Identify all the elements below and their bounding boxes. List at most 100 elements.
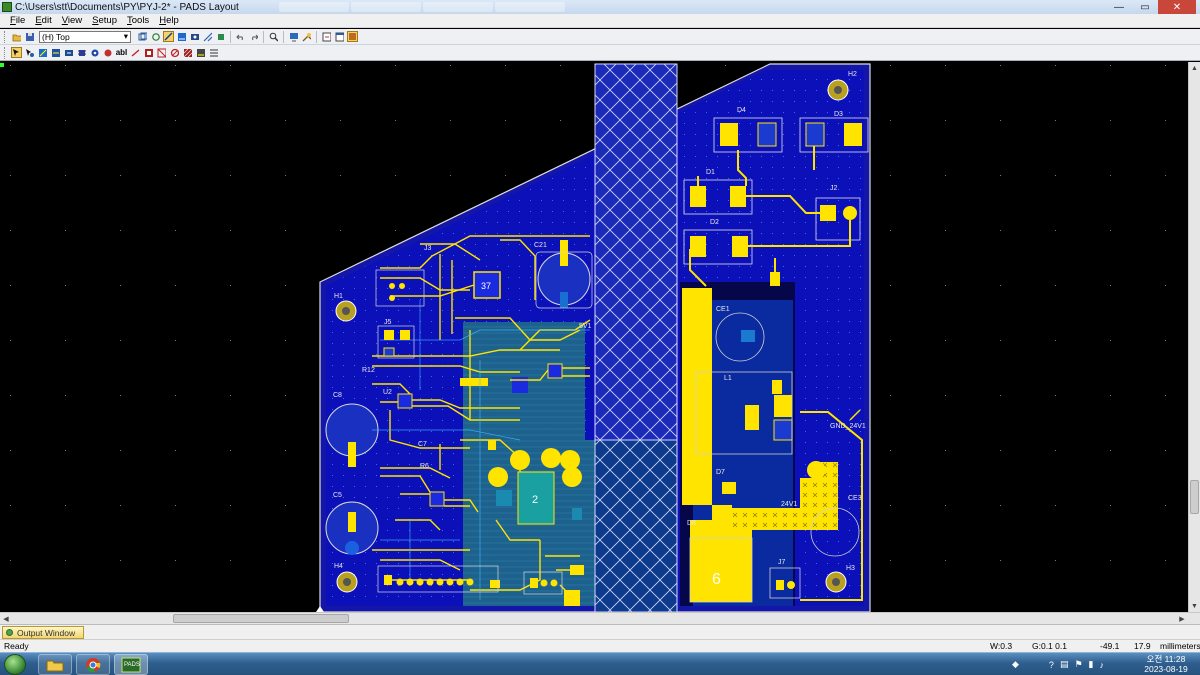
close-button[interactable]: ✕ [1158,0,1196,14]
background-tabs [278,2,565,12]
layer-dropdown[interactable]: (H) Top ▾ [39,30,131,43]
keepout-hatch-bottom [594,439,678,612]
via-icon[interactable] [89,47,100,58]
chrome-icon[interactable] [76,654,110,675]
ref-d4: D4 [737,107,746,114]
redraw-icon[interactable] [150,31,161,42]
ghost-tab [494,2,565,12]
tray-signal-icon[interactable]: ▮ [1089,659,1094,670]
tray-network-icon[interactable]: ▤ [1060,659,1069,670]
pcb-canvas[interactable]: H2 D4 D3 D1 J2 D2 J3 C21 H1 J5 5V1 R12 C… [0,62,1188,612]
dxp-icon[interactable] [208,47,219,58]
toolbar-separator [283,30,284,43]
ref-h4: H4 [334,563,343,570]
clock-date: 2023-08-19 [1144,664,1188,674]
route-icon[interactable] [50,47,61,58]
hatch-icon[interactable] [182,47,193,58]
tray-help-icon[interactable]: ? [1049,660,1054,670]
output-window-tab[interactable]: Output Window [2,626,84,639]
ghost-tab [350,2,421,12]
layer-dropdown-value: (H) Top [42,31,70,42]
scroll-down-icon[interactable]: ▼ [1189,600,1200,612]
2d-line-icon[interactable] [130,47,141,58]
copper-icon[interactable] [102,47,113,58]
status-width: W:0.3 [990,641,1013,651]
status-units: millimeters [1160,641,1200,651]
pads-taskbar-label: PADS [124,662,140,668]
toolbar-grip[interactable] [4,46,7,59]
dimension-icon[interactable] [63,47,74,58]
undo-icon[interactable] [235,31,246,42]
ref-d2: D2 [710,219,719,226]
tray-volume-icon[interactable]: ♪ [1099,660,1104,670]
save-icon[interactable] [24,31,35,42]
router-icon[interactable] [215,31,226,42]
start-button[interactable] [4,654,26,675]
properties-icon[interactable] [301,31,312,42]
menu-tools[interactable]: Tools [127,15,149,26]
minimize-button[interactable]: — [1106,0,1132,14]
window-controls: — ▭ ✕ [1106,0,1196,14]
taskbar-clock[interactable]: 오전 11:28 2023-08-19 [1138,654,1194,674]
ghost-tab [278,2,349,12]
add-trace-icon[interactable] [37,47,48,58]
vertical-scroll-thumb[interactable] [1190,480,1199,514]
horizontal-scroll-thumb[interactable] [173,614,349,623]
system-tray: ◆ ? ▤ ⚑ ▮ ♪ [1012,653,1104,675]
select-icon[interactable] [11,47,22,58]
menu-edit[interactable]: Edit [35,15,51,26]
ecos-icon[interactable] [189,31,200,42]
standard-toolbar: (H) Top ▾ [0,29,1200,45]
toolbar-grip[interactable] [4,30,7,43]
design-toolbar-icon[interactable] [163,31,174,42]
menu-file[interactable]: File [10,15,25,26]
maximize-button[interactable]: ▭ [1132,0,1158,14]
menu-setup[interactable]: Setup [92,15,117,26]
tray-flag-icon[interactable]: ⚑ [1074,659,1082,670]
layout-icon[interactable] [347,31,358,42]
cutout-icon[interactable] [156,47,167,58]
move-icon[interactable] [24,47,35,58]
component-icon[interactable] [76,47,87,58]
tray-shield-icon[interactable]: ◆ [1012,659,1019,670]
explorer-icon[interactable] [38,654,72,675]
flood-icon[interactable] [195,47,206,58]
open-icon[interactable] [11,31,22,42]
keepout-icon[interactable] [169,47,180,58]
save-view-icon[interactable] [321,31,332,42]
ref-c7: C7 [418,441,427,448]
pads-icon[interactable]: PADS [114,654,148,675]
ref-c5: C5 [333,492,342,499]
scroll-up-icon[interactable]: ▲ [1189,62,1200,74]
layer-pair-icon[interactable] [137,31,148,42]
ref-c21: C21 [534,242,547,249]
scroll-right-icon[interactable]: ▶ [1176,613,1188,624]
ref-u2: U2 [383,389,392,396]
bga-icon[interactable] [202,31,213,42]
redo-icon[interactable] [248,31,259,42]
horizontal-scrollbar[interactable]: ◀ ▶ [0,612,1200,624]
text-icon[interactable]: abl [115,47,128,58]
menu-help[interactable]: Help [159,15,179,26]
scroll-left-icon[interactable]: ◀ [0,613,12,624]
toolbar-separator [230,30,231,43]
vertical-scrollbar[interactable]: ▲ ▼ [1188,62,1200,612]
windows-taskbar: PADS ◆ ? ▤ ⚑ ▮ ♪ 오전 11:28 2023-08-19 [0,652,1200,675]
menu-view[interactable]: View [62,15,82,26]
drafting-icon[interactable] [176,31,187,42]
pour-icon[interactable] [143,47,154,58]
pcb-drawing[interactable]: H2 D4 D3 D1 J2 D2 J3 C21 H1 J5 5V1 R12 C… [0,62,1188,612]
ref-ce1: CE1 [716,306,730,313]
keepout-hatch-top [594,63,678,441]
ref-ce3: CE3 [848,495,862,502]
query-icon[interactable] [288,31,299,42]
ref-l1: L1 [724,375,732,382]
zoom-icon[interactable] [268,31,279,42]
menu-bar: File Edit View Setup Tools Help [0,14,1200,28]
ref-24v1: 24V1 [781,501,797,508]
status-grid: G:0.1 0.1 [1032,641,1067,651]
ref-5v1: 5V1 [579,323,592,330]
window-icon[interactable] [334,31,345,42]
ref-c8: C8 [333,392,342,399]
ref-d7: D7 [716,469,725,476]
